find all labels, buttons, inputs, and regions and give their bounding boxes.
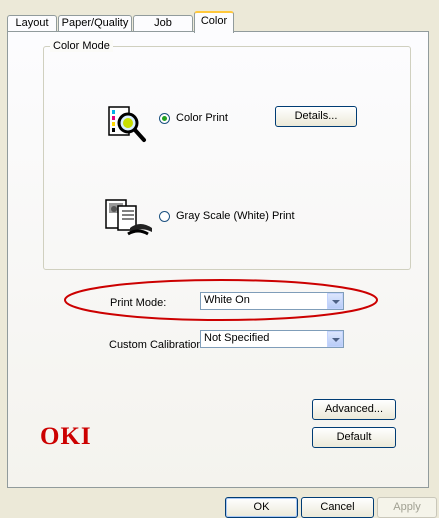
cancel-button[interactable]: Cancel	[301, 497, 374, 518]
color-print-magnifier-icon	[108, 106, 146, 142]
grayscale-print-icon	[105, 199, 152, 236]
custom-calibration-select[interactable]: Not Specified	[200, 330, 344, 348]
tab-layout[interactable]: Layout	[7, 15, 57, 31]
grayscale-print-label[interactable]: Gray Scale (White) Print	[176, 210, 295, 222]
tab-color[interactable]: Color	[194, 11, 234, 33]
grayscale-print-radio[interactable]	[159, 211, 170, 222]
oki-logo: OKI	[40, 423, 92, 450]
apply-button-label: Apply	[393, 501, 421, 513]
color-print-radio[interactable]	[159, 113, 170, 124]
ok-button[interactable]: OK	[225, 497, 298, 518]
color-mode-group	[43, 46, 411, 270]
tab-color-label: Color	[200, 15, 228, 27]
color-print-label[interactable]: Color Print	[176, 112, 228, 124]
default-button-label: Default	[336, 431, 372, 443]
default-button[interactable]: Default	[312, 427, 396, 448]
tab-paper-quality-label: Paper/Quality	[61, 17, 129, 29]
cancel-button-label: Cancel	[320, 501, 355, 513]
ok-button-label: OK	[253, 501, 270, 513]
tab-paper-quality[interactable]: Paper/Quality	[58, 15, 132, 31]
chevron-down-icon[interactable]	[327, 331, 343, 347]
apply-button[interactable]: Apply	[377, 497, 437, 518]
tab-layout-label: Layout	[15, 17, 49, 29]
color-mode-group-title: Color Mode	[50, 40, 113, 52]
custom-calibration-value: Not Specified	[204, 332, 270, 344]
custom-calibration-label: Custom Calibration:	[109, 339, 206, 351]
advanced-button-label: Advanced...	[324, 403, 384, 415]
advanced-button[interactable]: Advanced...	[312, 399, 396, 420]
details-button-label: Details...	[294, 110, 338, 122]
tab-job-options[interactable]: Job Options	[133, 15, 193, 44]
details-button[interactable]: Details...	[275, 106, 357, 127]
highlight-ellipse	[64, 279, 378, 321]
